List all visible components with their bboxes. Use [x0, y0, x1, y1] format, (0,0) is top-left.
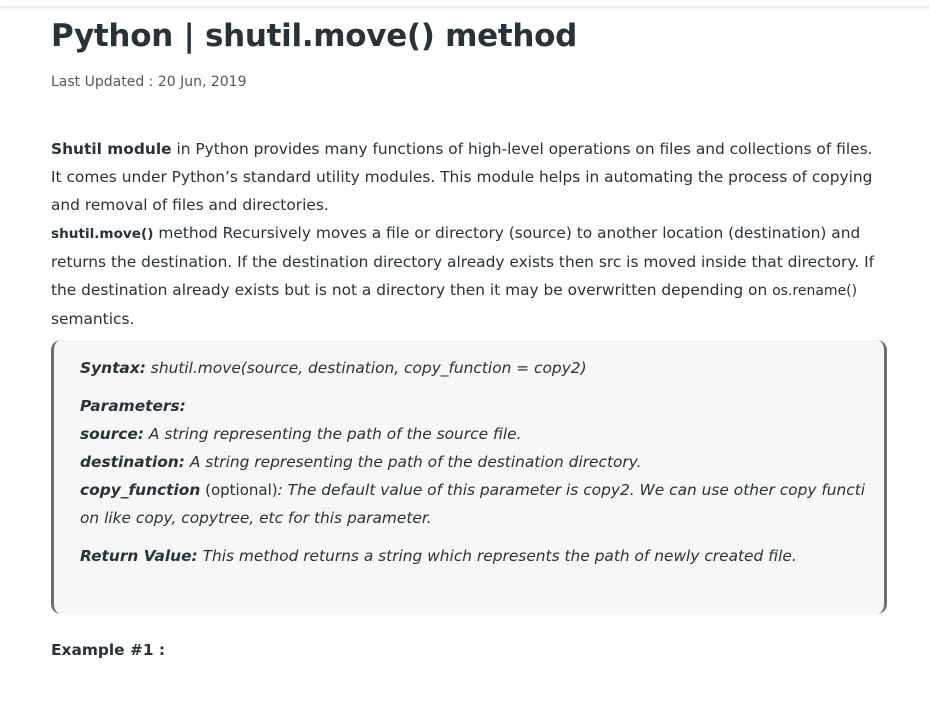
intro-paragraph: Shutil module in Python provides many fu… — [51, 135, 877, 333]
shutil-move-code: shutil.move() — [51, 226, 154, 242]
example-heading: Example #1 : — [51, 641, 166, 659]
syntax-label: Syntax: — [80, 359, 146, 377]
source-param-label: source: — [80, 425, 144, 443]
copy-function-param-label: copy_function — [80, 481, 201, 499]
destination-param-text: A string representing the path of the de… — [184, 453, 642, 471]
return-value-line: Return Value: This method returns a stri… — [80, 542, 874, 570]
syntax-text: shutil.move(source, destination, copy_fu… — [145, 359, 587, 377]
top-header-bar — [0, 0, 930, 6]
return-value-label: Return Value: — [80, 547, 198, 565]
page-title: Python | shutil.move() method — [51, 18, 578, 54]
shutil-module-strong: Shutil module — [51, 140, 172, 158]
syntax-box: Syntax: shutil.move(source, destination,… — [51, 340, 887, 614]
parameters-block: Parameters: source: A string representin… — [80, 392, 874, 532]
syntax-line: Syntax: shutil.move(source, destination,… — [80, 354, 874, 382]
copy-function-optional: (optional) — [200, 481, 278, 499]
source-param-text: A string representing the path of the so… — [144, 425, 522, 443]
return-value-text: This method returns a string which repre… — [197, 547, 797, 565]
last-updated-text: Last Updated : 20 Jun, 2019 — [51, 74, 247, 90]
parameters-label: Parameters: — [80, 397, 186, 415]
intro-module-text: in Python provides many functions of hig… — [51, 140, 873, 214]
destination-param-label: destination: — [80, 453, 185, 471]
intro-method-text: method Recursively moves a file or direc… — [51, 224, 875, 299]
intro-semantics-text: semantics. — [51, 310, 135, 328]
os-rename-code: os.rename() — [772, 283, 858, 299]
